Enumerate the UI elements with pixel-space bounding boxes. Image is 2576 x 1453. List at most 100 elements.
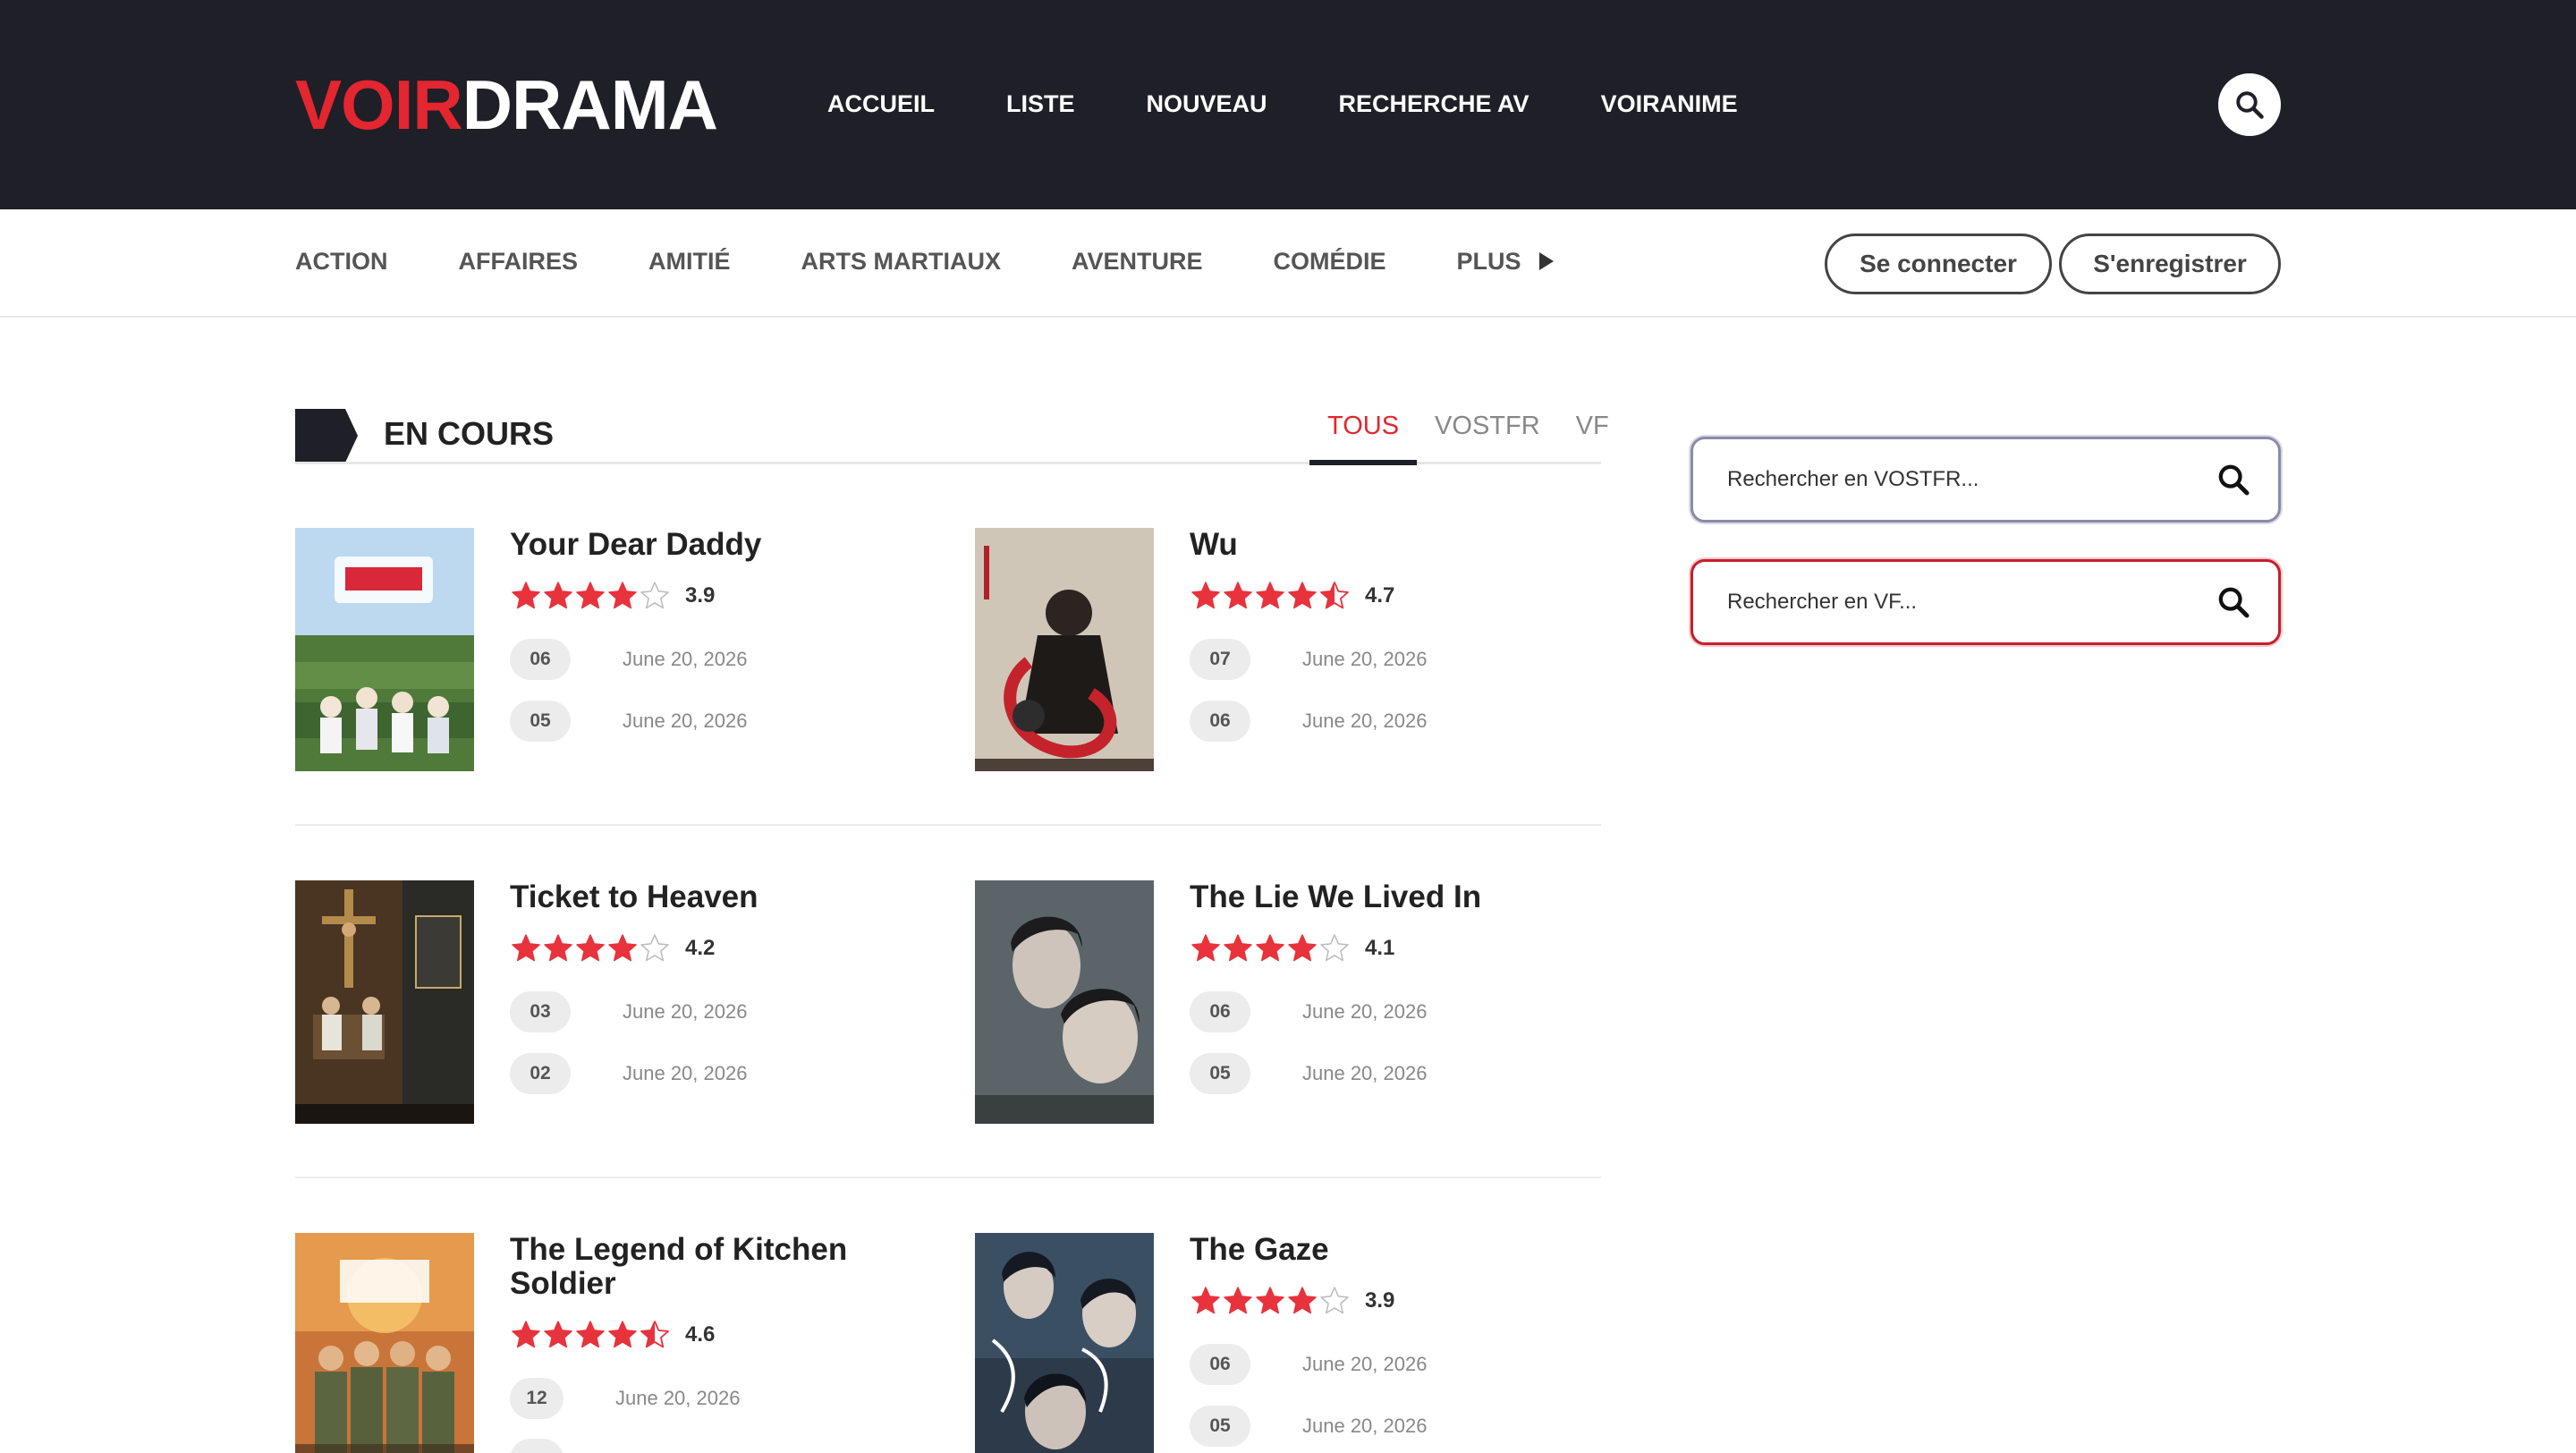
login-button[interactable]: Se connecter <box>1825 234 2052 294</box>
search-icon <box>2236 91 2264 119</box>
rating-score: 4.6 <box>685 1322 716 1347</box>
rating-score: 3.9 <box>685 583 716 608</box>
star-half-icon <box>1320 582 1349 609</box>
search-vf-box <box>1690 559 2281 645</box>
drama-card[interactable]: The Gaze 3.9 06 June 20, 2026 05 June 20… <box>975 1233 1601 1453</box>
section-title: EN COURS <box>384 415 555 452</box>
tab-vf[interactable]: VF <box>1558 408 1627 465</box>
nav-nouveau[interactable]: NOUVEAU <box>1147 88 1267 120</box>
genre-comedie[interactable]: COMÉDIE <box>1274 245 1386 277</box>
nav-recherche-av[interactable]: RECHERCHE AV <box>1339 88 1530 120</box>
star-full-icon <box>1288 934 1317 962</box>
genre-more-button[interactable]: PLUS <box>1457 245 1554 277</box>
episode-badge[interactable] <box>510 1439 564 1453</box>
episode-badge[interactable]: 05 <box>1190 1053 1250 1094</box>
search-icon[interactable] <box>2216 462 2251 497</box>
nav-accueil[interactable]: ACCUEIL <box>827 88 935 120</box>
star-full-icon <box>608 1321 637 1348</box>
search-icon[interactable] <box>2216 584 2251 620</box>
episode-date: June 20, 2026 <box>623 710 748 732</box>
genre-action[interactable]: ACTION <box>295 245 388 277</box>
star-empty-icon <box>640 582 669 609</box>
drama-title[interactable]: The Gaze <box>1190 1233 1574 1267</box>
episode-badge[interactable]: 03 <box>510 991 571 1032</box>
episode-row[interactable]: 06 June 20, 2026 <box>510 639 747 680</box>
poster-image[interactable] <box>295 528 474 771</box>
drama-card[interactable]: The Lie We Lived In 4.1 06 June 20, 2026… <box>975 880 1601 1124</box>
episode-row[interactable]: 12 June 20, 2026 <box>510 1378 740 1419</box>
episode-row[interactable]: 06 June 20, 2026 <box>1190 701 1427 742</box>
drama-title[interactable]: The Legend of Kitchen Soldier <box>510 1233 894 1301</box>
episode-date: June 20, 2026 <box>623 648 748 670</box>
tab-tous[interactable]: TOUS <box>1309 408 1418 465</box>
rating: 4.7 <box>1190 580 1394 612</box>
poster-image[interactable] <box>295 880 474 1124</box>
episode-badge[interactable]: 06 <box>1190 991 1250 1032</box>
star-full-icon <box>1224 1287 1252 1314</box>
genre-amitie[interactable]: AMITIÉ <box>648 245 731 277</box>
star-full-icon <box>1191 934 1220 962</box>
episode-badge[interactable]: 06 <box>1190 701 1250 742</box>
poster-image[interactable] <box>295 1233 474 1453</box>
episode-badge[interactable]: 06 <box>510 639 571 680</box>
register-button[interactable]: S'enregistrer <box>2059 234 2281 294</box>
nav-voiranime[interactable]: VOIRANIME <box>1601 88 1738 120</box>
star-rating <box>510 932 671 964</box>
episode-badge[interactable]: 07 <box>1190 639 1250 680</box>
episode-row[interactable]: 05 June 20, 2026 <box>510 701 747 742</box>
nav-liste[interactable]: LISTE <box>1006 88 1075 120</box>
star-full-icon <box>576 582 605 609</box>
drama-title[interactable]: The Lie We Lived In <box>1190 880 1574 914</box>
episode-date: June 20, 2026 <box>1302 1000 1428 1023</box>
drama-title[interactable]: Your Dear Daddy <box>510 528 894 562</box>
star-full-icon <box>1256 1287 1284 1314</box>
drama-card[interactable]: Wu 4.7 07 June 20, 2026 06 June 20, 2026 <box>975 528 1601 771</box>
rating-score: 4.1 <box>1365 936 1395 960</box>
episode-row[interactable]: 05 June 20, 2026 <box>1190 1406 1427 1447</box>
episode-badge[interactable]: 06 <box>1190 1344 1250 1385</box>
episode-badge[interactable]: 05 <box>1190 1406 1250 1447</box>
genre-affaires[interactable]: AFFAIRES <box>459 245 579 277</box>
tab-vostfr[interactable]: VOSTFR <box>1417 408 1558 465</box>
section-tabs: TOUS VOSTFR VF <box>1309 408 1627 465</box>
poster-image[interactable] <box>975 880 1154 1124</box>
star-full-icon <box>512 934 540 962</box>
poster-image[interactable] <box>975 528 1154 771</box>
rating: 3.9 <box>510 580 715 612</box>
drama-title[interactable]: Ticket to Heaven <box>510 880 894 914</box>
episode-date: June 20, 2026 <box>615 1387 741 1409</box>
drama-card[interactable]: Your Dear Daddy 3.9 06 June 20, 2026 05 … <box>295 528 921 771</box>
poster-image[interactable] <box>975 1233 1154 1453</box>
episode-row[interactable]: 03 June 20, 2026 <box>510 991 747 1032</box>
star-empty-icon <box>1320 1287 1349 1314</box>
star-rating <box>1190 1285 1351 1317</box>
star-full-icon <box>544 1321 572 1348</box>
episode-row[interactable]: 02 June 20, 2026 <box>510 1053 747 1094</box>
drama-card[interactable]: Ticket to Heaven 4.2 03 June 20, 2026 02… <box>295 880 921 1124</box>
episode-row[interactable] <box>510 1439 564 1453</box>
rating: 4.1 <box>1190 932 1394 964</box>
episode-badge[interactable]: 05 <box>510 701 571 742</box>
episode-row[interactable]: 05 June 20, 2026 <box>1190 1053 1427 1094</box>
site-logo[interactable]: VOIRDRAMA <box>295 68 718 141</box>
search-vostfr-input[interactable] <box>1727 467 2216 492</box>
star-empty-icon <box>1320 934 1349 962</box>
search-vf-input[interactable] <box>1727 590 2216 615</box>
section-flag-icon <box>295 409 358 463</box>
episode-badge[interactable]: 02 <box>510 1053 571 1094</box>
star-full-icon <box>1288 1287 1317 1314</box>
drama-card[interactable]: The Legend of Kitchen Soldier 4.6 12 Jun… <box>295 1233 921 1453</box>
episode-row[interactable]: 06 June 20, 2026 <box>1190 991 1427 1032</box>
rating-score: 3.9 <box>1365 1288 1395 1313</box>
genre-arts-martiaux[interactable]: ARTS MARTIAUX <box>801 245 1002 277</box>
star-full-icon <box>576 1321 605 1348</box>
header-search-button[interactable] <box>2218 73 2281 136</box>
star-empty-icon <box>640 934 669 962</box>
episode-badge[interactable]: 12 <box>510 1378 564 1419</box>
genre-aventure[interactable]: AVENTURE <box>1072 245 1203 277</box>
episode-row[interactable]: 07 June 20, 2026 <box>1190 639 1427 680</box>
episode-row[interactable]: 06 June 20, 2026 <box>1190 1344 1427 1385</box>
main-nav: ACCUEIL LISTE NOUVEAU RECHERCHE AV VOIRA… <box>827 88 1809 120</box>
star-full-icon <box>1191 582 1220 609</box>
drama-title[interactable]: Wu <box>1190 528 1574 562</box>
